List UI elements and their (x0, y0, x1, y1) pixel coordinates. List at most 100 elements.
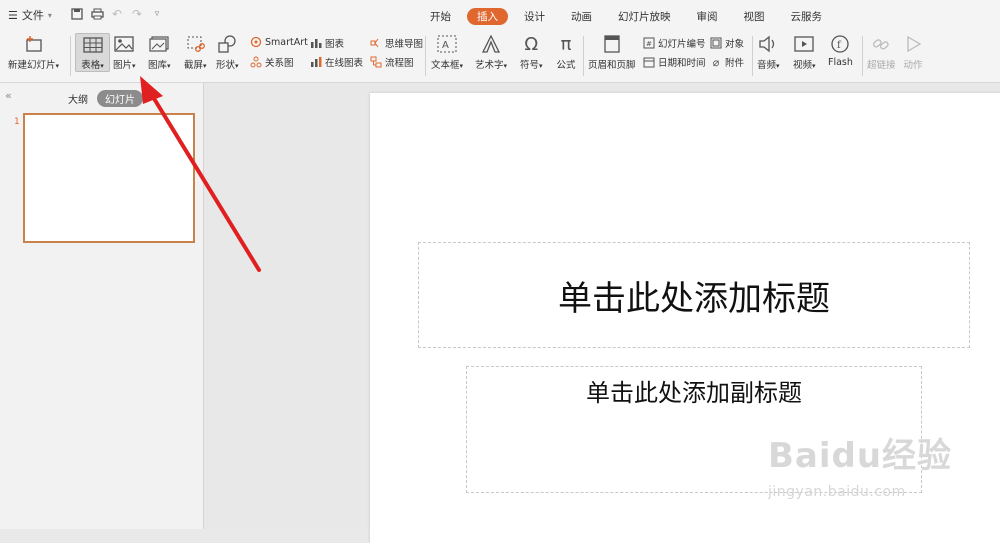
flowchart-button[interactable]: 流程图 (370, 55, 414, 69)
tab-slides[interactable]: 幻灯片 (97, 90, 143, 107)
formula-button[interactable]: π 公式 (555, 33, 577, 72)
divider (862, 36, 863, 76)
watermark: Baidu经验 jingyan.baidu.com (768, 428, 968, 522)
object-button[interactable]: 对象 (710, 36, 744, 50)
flowchart-icon (370, 56, 382, 68)
flash-button[interactable]: f Flash (828, 34, 853, 68)
action-button[interactable]: 动作 (902, 34, 924, 71)
ribbon-insert: 新建幻灯片▾ 表格▾ 图片▾ 图库▾ 截屏▾ 形状▾ SmartArt 关系图 … (0, 30, 1000, 83)
video-icon (793, 34, 815, 54)
slide-number-label: 幻灯片编号 (658, 39, 706, 50)
textbox-icon: A (436, 34, 458, 54)
print-icon[interactable] (90, 7, 104, 21)
date-time-label: 日期和时间 (658, 58, 706, 69)
tab-slideshow[interactable]: 幻灯片放映 (608, 8, 681, 25)
relation-label: 关系图 (265, 58, 294, 69)
divider (425, 36, 426, 76)
file-menu[interactable]: ☰ 文件 ▾ (8, 7, 52, 23)
wordart-icon (480, 34, 502, 54)
header-footer-icon (601, 34, 623, 54)
tab-design[interactable]: 设计 (514, 8, 555, 25)
flash-icon: f (829, 34, 851, 54)
online-chart-button[interactable]: 在线图表 (310, 55, 363, 69)
tab-animation[interactable]: 动画 (561, 8, 602, 25)
quick-access-toolbar: ↶ ↷ ▿ (70, 7, 164, 21)
table-icon (82, 35, 104, 54)
online-chart-label: 在线图表 (325, 58, 364, 69)
divider (752, 36, 753, 76)
formula-label: 公式 (556, 60, 576, 71)
collapse-panel-icon[interactable]: « (5, 89, 12, 102)
slide-thumbnail-number: 1 (14, 117, 20, 127)
relation-icon (250, 56, 262, 68)
tab-home[interactable]: 开始 (420, 8, 461, 25)
mindmap-button[interactable]: 思维导图 (370, 36, 423, 50)
video-label: 视频 (793, 60, 813, 71)
attachment-label: 附件 (725, 58, 745, 69)
slide-thumbnail[interactable] (23, 113, 195, 243)
wordart-button[interactable]: 艺术字▾ (475, 34, 507, 71)
undo-icon[interactable]: ↶ (110, 7, 124, 21)
watermark-logo: Baidu经验 (768, 436, 953, 476)
tab-cloud[interactable]: 云服务 (781, 8, 833, 25)
symbol-button[interactable]: Ω 符号▾ (520, 33, 543, 72)
tab-outline[interactable]: 大纲 (60, 90, 96, 107)
svg-text:#: # (646, 40, 652, 48)
chevron-down-icon: ▾ (47, 10, 52, 20)
title-placeholder[interactable]: 单击此处添加标题 (418, 242, 970, 348)
hyperlink-button[interactable]: 超链接 (867, 34, 896, 71)
date-time-button[interactable]: 日期和时间 (643, 55, 706, 69)
slide-number-button[interactable]: # 幻灯片编号 (643, 36, 706, 50)
gallery-label: 图库 (148, 60, 168, 71)
speaker-icon (757, 34, 779, 54)
mindmap-label: 思维导图 (385, 39, 424, 50)
hyperlink-label: 超链接 (867, 60, 896, 71)
bar-chart-icon (310, 37, 322, 49)
customize-icon[interactable]: ▿ (150, 7, 164, 21)
save-icon[interactable] (70, 7, 84, 21)
pi-icon: π (560, 33, 572, 55)
relation-chart-button[interactable]: 关系图 (250, 55, 294, 69)
shape-icon (216, 34, 238, 54)
table-label: 表格 (81, 60, 101, 71)
calendar-icon (643, 56, 655, 68)
ribbon-tabs: 开始 插入 设计 动画 幻灯片放映 审阅 视图 云服务 (420, 8, 838, 25)
tab-review[interactable]: 审阅 (687, 8, 728, 25)
picture-label: 图片 (113, 60, 133, 71)
tab-insert[interactable]: 插入 (467, 8, 508, 25)
svg-text:A: A (442, 40, 449, 51)
flash-label: Flash (828, 57, 853, 68)
divider (583, 36, 584, 76)
title-placeholder-text: 单击此处添加标题 (558, 278, 830, 319)
object-label: 对象 (725, 39, 745, 50)
svg-text:f: f (837, 40, 842, 51)
omega-icon: Ω (524, 33, 539, 55)
flowchart-label: 流程图 (385, 58, 414, 69)
gallery-button[interactable]: 图库▾ (148, 34, 171, 71)
picture-button[interactable]: 图片▾ (113, 34, 136, 71)
table-button[interactable]: 表格▾ (75, 33, 110, 72)
mindmap-icon (370, 37, 382, 49)
header-footer-button[interactable]: 页眉和页脚 (588, 34, 636, 71)
shape-button[interactable]: 形状▾ (216, 34, 239, 71)
audio-button[interactable]: 音频▾ (757, 34, 780, 71)
symbol-label: 符号 (520, 60, 540, 71)
screenshot-label: 截屏 (184, 60, 204, 71)
play-icon (902, 34, 924, 54)
new-slide-button[interactable]: 新建幻灯片▾ (8, 34, 59, 71)
slide-panel: « 大纲 幻灯片 1 (0, 83, 204, 529)
slide-number-icon: # (643, 37, 655, 49)
attachment-button[interactable]: ⌀ 附件 (710, 55, 745, 70)
shape-label: 形状 (216, 60, 236, 71)
watermark-url: jingyan.baidu.com (768, 484, 906, 500)
chart-label: 图表 (325, 39, 345, 50)
screenshot-button[interactable]: 截屏▾ (184, 34, 207, 71)
title-bar: ☰ 文件 ▾ ↶ ↷ ▿ 开始 插入 设计 动画 幻灯片放映 审阅 视图 云服务 (0, 0, 1000, 30)
redo-icon[interactable]: ↷ (130, 7, 144, 21)
video-button[interactable]: 视频▾ (793, 34, 816, 71)
tab-view[interactable]: 视图 (734, 8, 775, 25)
smartart-button[interactable]: SmartArt (250, 36, 308, 48)
action-label: 动作 (903, 60, 923, 71)
textbox-button[interactable]: A 文本框▾ (431, 34, 463, 71)
chart-button[interactable]: 图表 (310, 36, 344, 50)
